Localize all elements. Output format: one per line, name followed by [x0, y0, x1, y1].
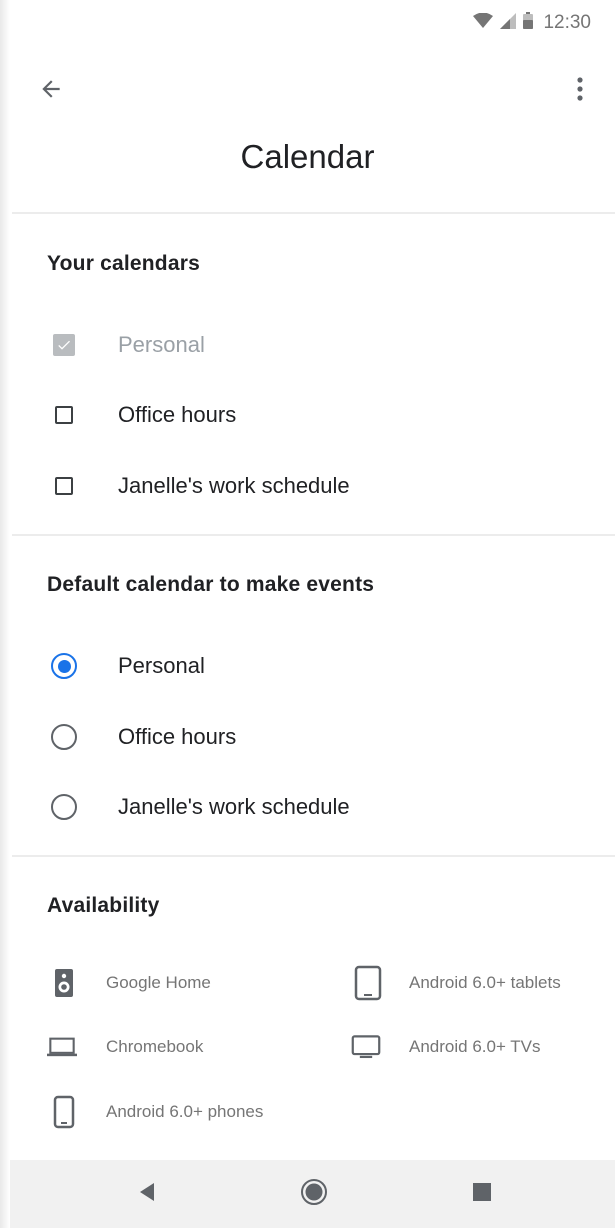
phone-icon	[49, 1095, 79, 1129]
status-bar: 12:30	[0, 0, 615, 50]
availability-label: Chromebook	[106, 1037, 204, 1056]
calendar-checkbox-janelles-work-schedule[interactable]: Janelle's work schedule	[40, 459, 595, 513]
radio-selected[interactable]	[51, 653, 77, 679]
checkbox-control	[40, 406, 88, 424]
availability-item-android-tvs: Android 6.0+ TVs	[351, 1025, 541, 1069]
nav-recents-button[interactable]	[452, 1160, 512, 1228]
laptop-icon	[47, 1035, 77, 1059]
screen-edge-shadow	[0, 0, 10, 1228]
more-vert-icon	[576, 76, 584, 107]
availability-item-android-phones: Android 6.0+ phones	[49, 1090, 263, 1134]
radio-control	[40, 653, 88, 679]
back-button[interactable]	[32, 72, 70, 110]
checkbox-checked[interactable]	[53, 334, 75, 356]
calendar-label: Janelle's work schedule	[118, 473, 350, 498]
nav-home-icon	[300, 1178, 328, 1211]
calendar-checkbox-office-hours[interactable]: Office hours	[40, 388, 595, 442]
section-title-your-calendars: Your calendars	[47, 252, 200, 275]
status-icons: 12:30	[473, 12, 591, 34]
checkbox-control	[40, 334, 88, 356]
radio-label: Janelle's work schedule	[118, 794, 350, 819]
default-radio-personal[interactable]: Personal	[40, 639, 595, 693]
more-options-button[interactable]	[567, 72, 593, 110]
radio-control	[40, 724, 88, 750]
default-radio-office-hours[interactable]: Office hours	[40, 710, 595, 764]
radio-control	[40, 794, 88, 820]
section-title-availability: Availability	[47, 894, 160, 917]
calendar-checkbox-personal[interactable]: Personal	[40, 318, 595, 372]
screen: 12:30 Calendar Your calendars Personal O…	[0, 0, 615, 1228]
wifi-icon	[473, 12, 494, 34]
calendar-label: Office hours	[118, 402, 237, 427]
availability-label: Google Home	[106, 973, 211, 992]
checkbox-control	[40, 477, 88, 495]
nav-recents-icon	[473, 1182, 491, 1206]
nav-home-button[interactable]	[284, 1160, 344, 1228]
cell-signal-icon	[500, 12, 517, 34]
nav-back-icon	[138, 1182, 156, 1207]
page-title: Calendar	[240, 138, 375, 175]
availability-label: Android 6.0+ TVs	[409, 1037, 541, 1056]
divider	[12, 212, 615, 214]
default-radio-janelles-work-schedule[interactable]: Janelle's work schedule	[40, 780, 595, 834]
availability-item-android-tablets: Android 6.0+ tablets	[353, 961, 561, 1005]
radio-dot	[57, 659, 71, 673]
checkbox-unchecked[interactable]	[55, 477, 73, 495]
radio-label: Office hours	[118, 724, 237, 749]
tablet-icon	[353, 965, 383, 1001]
arrow-back-icon	[38, 76, 64, 107]
system-navigation-bar	[10, 1160, 615, 1228]
speaker-icon	[49, 968, 79, 998]
battery-icon	[523, 12, 534, 34]
radio-unselected[interactable]	[51, 794, 77, 820]
divider	[12, 534, 615, 536]
radio-unselected[interactable]	[51, 724, 77, 750]
calendar-label: Personal	[118, 332, 205, 357]
radio-label: Personal	[118, 653, 205, 678]
checkbox-unchecked[interactable]	[55, 406, 73, 424]
availability-label: Android 6.0+ phones	[106, 1102, 264, 1121]
divider	[12, 855, 615, 857]
availability-item-chromebook: Chromebook	[47, 1025, 203, 1069]
status-time: 12:30	[543, 12, 591, 33]
section-title-default-calendar: Default calendar to make events	[47, 573, 375, 596]
nav-back-button[interactable]	[117, 1160, 177, 1228]
availability-item-google-home: Google Home	[49, 961, 211, 1005]
availability-label: Android 6.0+ tablets	[409, 973, 561, 992]
tv-icon	[351, 1033, 381, 1061]
